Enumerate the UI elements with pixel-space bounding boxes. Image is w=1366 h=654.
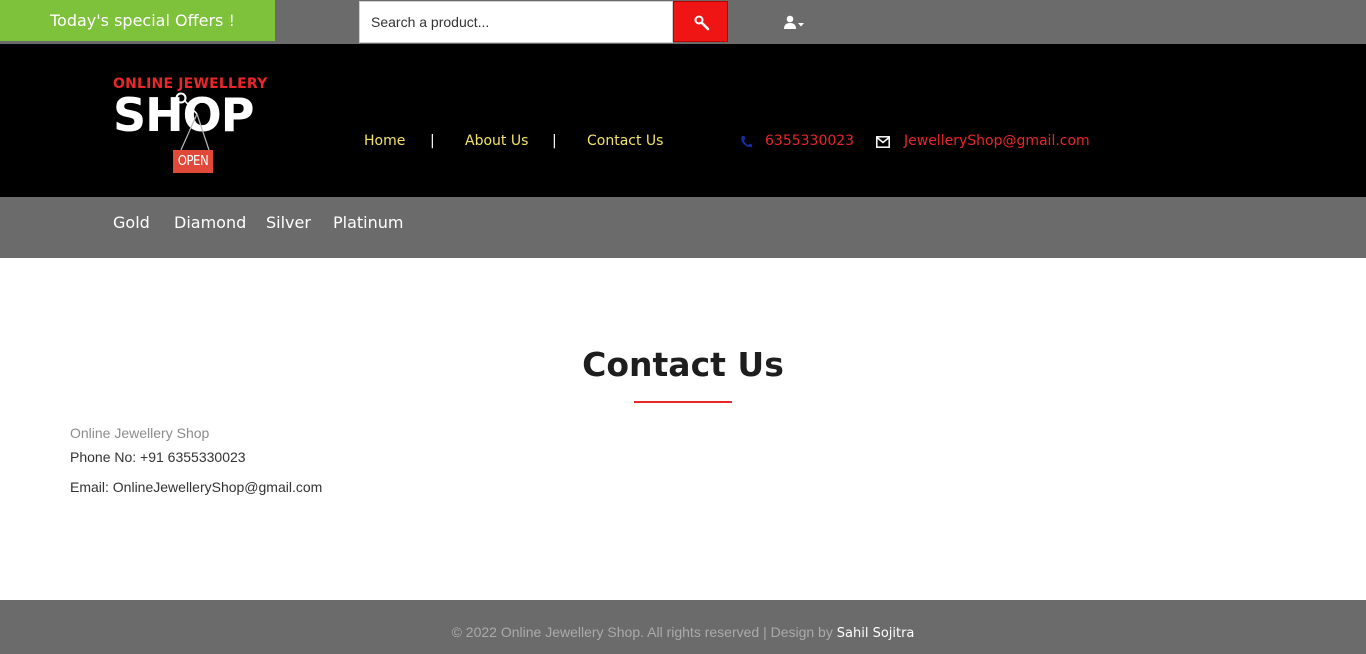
search-input[interactable] [359,1,673,43]
phone-icon [741,136,752,148]
category-platinum[interactable]: Platinum [333,213,403,232]
category-gold[interactable]: Gold [113,213,150,232]
search-icon [694,15,710,31]
header-email-address: JewelleryShop@gmail.com [904,133,1090,149]
nav-separator: | [552,133,557,149]
header-phone-number: 6355330023 [765,133,855,149]
footer-copyright: © 2022 Online Jewellery Shop. All rights… [0,624,1366,641]
envelope-icon [876,136,890,148]
special-offers-button[interactable]: Today's special Offers ! [0,0,275,41]
nav-home[interactable]: Home [364,133,405,149]
nav-contact-us[interactable]: Contact Us [587,133,663,149]
category-bar: Gold Diamond Silver Platinum [0,197,1366,258]
user-dropdown[interactable] [783,14,807,32]
user-dropdown-icon [784,15,804,29]
contact-shop-name: Online Jewellery Shop [70,425,210,441]
category-diamond[interactable]: Diamond [174,213,246,232]
nav-about-us[interactable]: About Us [465,133,528,149]
sign-hanger-icon [175,92,210,151]
site-logo[interactable]: ONLINE JEWELLERY SHOP OPEN [113,76,273,176]
search-button[interactable] [673,1,728,42]
page-title: Contact Us [582,345,784,384]
category-silver[interactable]: Silver [266,213,311,232]
site-footer: © 2022 Online Jewellery Shop. All rights… [0,600,1366,654]
contact-email-line: Email: OnlineJewelleryShop@gmail.com [70,479,323,495]
contact-phone-line: Phone No: +91 6355330023 [70,449,246,465]
site-header: ONLINE JEWELLERY SHOP OPEN Home | About … [0,44,1366,197]
top-bar: Today's special Offers ! [0,0,1366,44]
title-underline [634,401,732,403]
footer-designer-link[interactable]: Sahil Sojitra [837,626,915,641]
nav-separator: | [430,133,435,149]
open-sign: OPEN [173,150,213,173]
footer-copyright-text: © 2022 Online Jewellery Shop. All rights… [451,624,833,640]
